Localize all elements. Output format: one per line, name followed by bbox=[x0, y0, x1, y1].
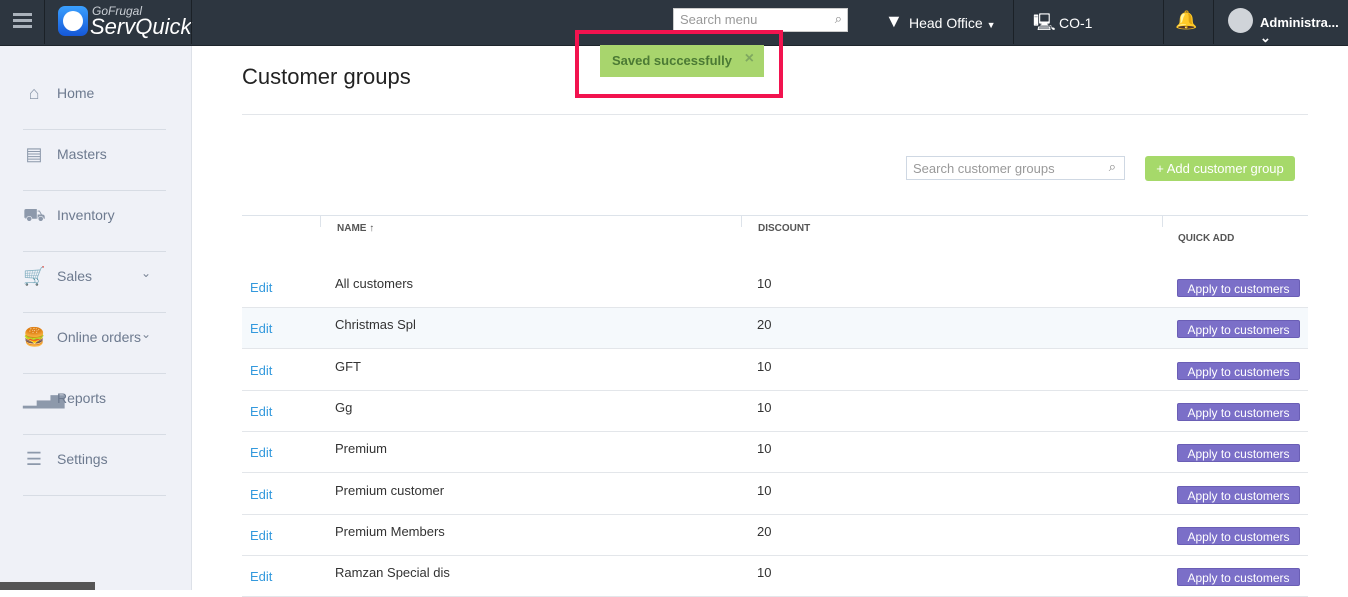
food-icon: 🍔 bbox=[23, 327, 46, 347]
table-row: Edit Christmas Spl 20 Apply to customers bbox=[242, 308, 1308, 350]
sidebar-item-label: Masters bbox=[57, 146, 107, 162]
discount-value: 20 bbox=[757, 523, 772, 539]
column-header-discount[interactable]: DISCOUNT bbox=[758, 223, 810, 234]
bell-icon[interactable]: 🔔 bbox=[1175, 10, 1197, 31]
sidebar: ⌂ Home ▤ Masters ⛟ Inventory 🛒 Sales ⌄ 🍔 Online or… bbox=[0, 46, 192, 590]
edit-link[interactable]: Edit bbox=[250, 487, 272, 502]
sidebar-item-settings[interactable]: ☰ Settings bbox=[23, 435, 166, 496]
sidebar-item-label: Online orders bbox=[57, 329, 142, 345]
search-menu-input[interactable]: Search menu ⌕ bbox=[673, 8, 848, 32]
edit-link[interactable]: Edit bbox=[250, 569, 272, 584]
group-name: Ramzan Special dis bbox=[335, 565, 450, 581]
search-icon: ⌕ bbox=[1108, 159, 1116, 174]
edit-link[interactable]: Edit bbox=[250, 321, 272, 336]
discount-value: 10 bbox=[757, 276, 772, 291]
sidebar-item-online-orders[interactable]: 🍔 Online orders ⌄ bbox=[23, 313, 166, 374]
sidebar-item-label: Sales bbox=[57, 268, 93, 284]
caret-down-icon: ▼ bbox=[986, 20, 996, 30]
discount-value: 20 bbox=[757, 317, 772, 333]
apply-to-customers-button[interactable]: Apply to customers bbox=[1177, 444, 1300, 463]
sidebar-item-label: Inventory bbox=[57, 207, 115, 223]
avatar[interactable] bbox=[1228, 8, 1253, 33]
sidebar-item-home[interactable]: ⌂ Home bbox=[23, 69, 166, 130]
apply-to-customers-button[interactable]: Apply to customers bbox=[1177, 361, 1300, 380]
sidebar-item-reports[interactable]: ▁▃▅ Reports bbox=[23, 374, 166, 435]
chevron-down-icon[interactable]: ⌄ bbox=[141, 266, 151, 280]
sidebar-item-masters[interactable]: ▤ Masters bbox=[23, 130, 166, 191]
location-pin-icon: ▼ bbox=[885, 11, 903, 31]
apply-to-customers-button[interactable]: Apply to customers bbox=[1177, 568, 1300, 587]
table-row: Edit Premium 10 Apply to customers bbox=[242, 432, 1308, 474]
group-name: GFT bbox=[335, 358, 361, 374]
table-row: Edit GFT 10 Apply to customers bbox=[242, 350, 1308, 391]
search-icon: ⌕ bbox=[834, 11, 842, 26]
reports-icon: ▁▃▅ bbox=[23, 388, 65, 408]
discount-value: 10 bbox=[757, 358, 772, 374]
brand-name: ServQuick bbox=[90, 14, 192, 39]
edit-link[interactable]: Edit bbox=[250, 280, 272, 295]
table-row: Edit Ramzan Special dis 10 Apply to custome… bbox=[242, 556, 1308, 597]
table-row: Edit Gg 10 Apply to customers bbox=[242, 391, 1308, 432]
sidebar-item-label: Home bbox=[57, 85, 95, 101]
edit-link[interactable]: Edit bbox=[250, 528, 272, 543]
page-title: Customer groups bbox=[242, 64, 411, 89]
chevron-down-icon[interactable]: ⌄ bbox=[141, 327, 151, 341]
sidebar-item-label: Settings bbox=[57, 451, 108, 467]
cart-icon: 🛒 bbox=[23, 266, 46, 286]
sidebar-item-label: Reports bbox=[57, 390, 107, 406]
computer-icon: 🖳 bbox=[1033, 13, 1056, 32]
masters-icon: ▤ bbox=[25, 144, 43, 164]
edit-link[interactable]: Edit bbox=[250, 445, 272, 460]
discount-value: 10 bbox=[757, 399, 772, 415]
highlight-box bbox=[575, 30, 783, 98]
servquick-logo-icon bbox=[58, 6, 88, 36]
apply-to-customers-button[interactable]: Apply to customers bbox=[1177, 320, 1300, 339]
group-name: Premium customer bbox=[335, 482, 445, 498]
discount-value: 10 bbox=[757, 441, 772, 457]
sidebar-item-sales[interactable]: 🛒 Sales ⌄ bbox=[23, 252, 166, 313]
group-name: Premium Members bbox=[335, 523, 445, 539]
group-name: Christmas Spl bbox=[335, 317, 416, 333]
apply-to-customers-button[interactable]: Apply to customers bbox=[1177, 279, 1300, 297]
edit-link[interactable]: Edit bbox=[250, 363, 272, 378]
add-customer-group-button[interactable]: + Add customer group bbox=[1145, 156, 1295, 181]
discount-value: 10 bbox=[757, 565, 772, 581]
home-icon: ⌂ bbox=[28, 83, 40, 103]
discount-value: 10 bbox=[757, 482, 772, 498]
table-row: Edit Premium customer 10 Apply to customers bbox=[242, 474, 1308, 515]
sidebar-item-inventory[interactable]: ⛟ Inventory bbox=[23, 191, 166, 252]
user-menu[interactable]: Administra... ⌄ bbox=[1260, 15, 1348, 46]
column-header-quick-add: QUICK ADD bbox=[1178, 233, 1235, 244]
search-customer-groups-input[interactable]: Search customer groups ⌕ bbox=[906, 156, 1125, 180]
table-row: Edit Premium Members 20 Apply to customers bbox=[242, 515, 1308, 556]
table-row: Edit All customers 10 Apply to customers bbox=[242, 267, 1308, 308]
location-selector[interactable]: Head Office ▼ bbox=[909, 15, 995, 31]
settings-icon: ☰ bbox=[25, 449, 43, 469]
group-name: All customers bbox=[335, 276, 414, 291]
scrollbar[interactable] bbox=[0, 582, 95, 590]
divider bbox=[242, 114, 1308, 115]
group-name: Premium bbox=[335, 441, 388, 457]
apply-to-customers-button[interactable]: Apply to customers bbox=[1177, 526, 1300, 545]
hamburger-menu-icon[interactable] bbox=[13, 13, 32, 31]
column-header-name[interactable]: NAME ↑ bbox=[337, 223, 374, 234]
chevron-down-icon: ⌄ bbox=[1260, 30, 1271, 45]
apply-to-customers-button[interactable]: Apply to customers bbox=[1177, 402, 1300, 421]
inventory-icon: ⛟ bbox=[23, 205, 46, 225]
group-name: Gg bbox=[335, 399, 353, 415]
edit-link[interactable]: Edit bbox=[250, 404, 272, 419]
apply-to-customers-button[interactable]: Apply to customers bbox=[1177, 485, 1300, 504]
counter-label[interactable]: CO-1 bbox=[1059, 15, 1092, 31]
